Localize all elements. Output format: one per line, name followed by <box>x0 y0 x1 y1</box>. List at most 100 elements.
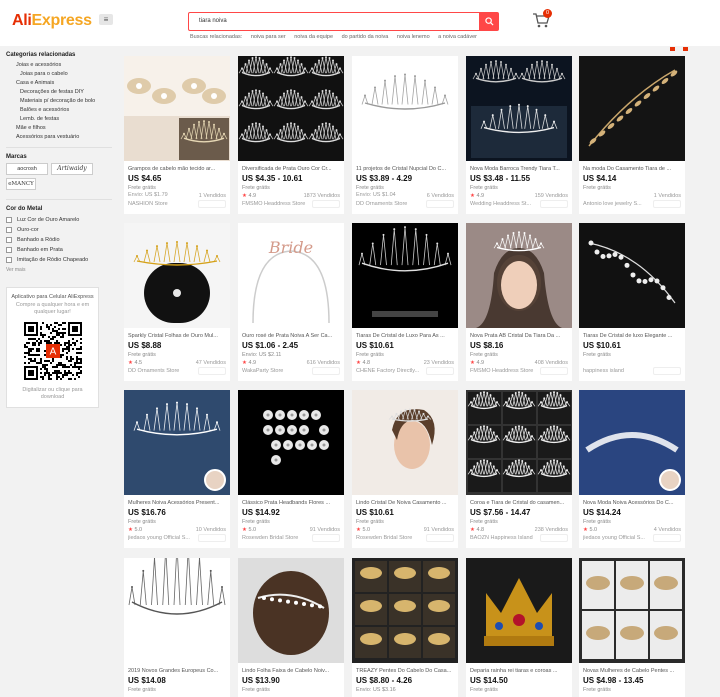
list-view-icon[interactable] <box>683 47 688 51</box>
grid-view-icon[interactable] <box>670 47 675 51</box>
product-title[interactable]: 2019 Novos Grandes Europeus Co... <box>128 668 228 674</box>
product-card[interactable]: 11 projetos de Cristal Nupcial Do C... US… <box>352 56 458 214</box>
store-name[interactable]: CHENE Factory Directly... <box>356 368 428 374</box>
add-to-cart-button[interactable] <box>653 534 681 542</box>
store-name[interactable]: happiness island <box>583 368 655 374</box>
product-card[interactable]: 2019 Novos Grandes Europeus Co... US $14.… <box>124 558 230 697</box>
product-image[interactable] <box>579 223 685 328</box>
product-title[interactable]: Deparia rainha rei tiaras e coroas ... <box>470 668 570 674</box>
product-card[interactable]: Mulheres Noiva Acessórios Present... US $… <box>124 390 230 548</box>
product-image[interactable] <box>579 390 685 495</box>
add-to-cart-button[interactable] <box>426 367 454 375</box>
product-card[interactable]: Tiaras De Cristal de luxo Elegante ... US… <box>579 223 685 381</box>
product-card[interactable]: Sparkly Cristal Folhas de Ouro Mul... US … <box>124 223 230 381</box>
store-name[interactable]: DD Ornaments Store <box>356 201 428 207</box>
product-card[interactable]: Clássico Prata Headbands Flores ... US $1… <box>238 390 344 548</box>
category-link[interactable]: Balões e acessórios <box>6 106 112 115</box>
category-link[interactable]: Casa e Animais <box>6 79 112 88</box>
product-image[interactable] <box>466 390 572 495</box>
product-title[interactable]: Mulheres Noiva Acessórios Present... <box>128 500 228 506</box>
add-to-cart-button[interactable] <box>312 367 340 375</box>
add-to-cart-button[interactable] <box>426 534 454 542</box>
metal-color-option[interactable]: Banhado em Prata <box>6 245 112 255</box>
product-title[interactable]: Nova Moda Noiva Acessórios Do C... <box>583 500 683 506</box>
category-link[interactable]: Mãe e filhos <box>6 124 112 133</box>
related-search-link[interactable]: noiva para ser <box>251 34 286 40</box>
related-search-link[interactable]: noiva da equipe <box>294 34 333 40</box>
add-to-cart-button[interactable] <box>540 200 568 208</box>
product-title[interactable]: Lindo Cristal De Noiva Casamento ... <box>356 500 456 506</box>
see-more-link[interactable]: Ver mais <box>6 267 112 273</box>
store-name[interactable]: Rosewden Bridal Store <box>242 535 314 541</box>
category-link[interactable]: Joias para o cabelo <box>6 70 112 79</box>
metal-color-option[interactable]: Luz Cor de Ouro Amarelo <box>6 215 112 225</box>
add-to-cart-button[interactable] <box>312 200 340 208</box>
product-card[interactable]: Na moda Do Casamento Tiara de ... US $4.1… <box>579 56 685 214</box>
product-card[interactable]: Diversificada de Prata Ouro Cor Cr... US … <box>238 56 344 214</box>
product-image[interactable]: Bride <box>238 223 344 328</box>
product-card[interactable]: Coroa e Tiara de Cristal do casamen... US… <box>466 390 572 548</box>
product-card[interactable]: TREAZY Pentes Do Cabelo Do Casa... US $8.… <box>352 558 458 697</box>
product-card[interactable]: Novas Mulheres de Cabelo Pentes ... US $4… <box>579 558 685 697</box>
metal-color-option[interactable]: Ouro-cor <box>6 225 112 235</box>
store-name[interactable]: jiedaos young Official S... <box>583 535 655 541</box>
product-card[interactable]: Nova Moda Barroca Trendy Tiara T... US $3… <box>466 56 572 214</box>
product-title[interactable]: Ouro rosé de Prata Noiva A Ser Ca... <box>242 333 342 339</box>
add-to-cart-button[interactable] <box>312 534 340 542</box>
store-name[interactable]: jiedaos young Official S... <box>128 535 200 541</box>
aliexpress-logo[interactable]: AliExpress <box>12 12 92 30</box>
related-search-link[interactable]: do partido da noiva <box>342 34 389 40</box>
product-image[interactable] <box>124 558 230 663</box>
product-image[interactable] <box>124 56 230 161</box>
store-name[interactable]: Antonio love jewelry S... <box>583 201 655 207</box>
product-image[interactable] <box>466 558 572 663</box>
add-to-cart-button[interactable] <box>198 534 226 542</box>
product-image[interactable] <box>238 56 344 161</box>
checkbox[interactable] <box>6 237 12 243</box>
view-toggle[interactable] <box>662 38 688 56</box>
product-title[interactable]: Nova Prata AB Cristal Da Tiara Da ... <box>470 333 570 339</box>
categories-menu-button[interactable]: ≡ <box>99 14 113 25</box>
product-image[interactable] <box>352 56 458 161</box>
category-link[interactable]: Joias e acessórios <box>6 61 112 70</box>
product-card[interactable]: Nova Prata AB Cristal Da Tiara Da ... US … <box>466 223 572 381</box>
store-name[interactable]: WakaParty Store <box>242 368 314 374</box>
related-search-link[interactable]: noiva lenemo <box>397 34 430 40</box>
product-image[interactable] <box>352 223 458 328</box>
product-image[interactable] <box>466 223 572 328</box>
checkbox[interactable] <box>6 227 12 233</box>
store-name[interactable]: BAOZN Happiness Island <box>470 535 542 541</box>
category-link[interactable]: Decorações de festas DIY <box>6 88 112 97</box>
product-title[interactable]: Sparkly Cristal Folhas de Ouro Mul... <box>128 333 228 339</box>
product-title[interactable]: Nova Moda Barroca Trendy Tiara T... <box>470 166 570 172</box>
product-card[interactable]: Lindo Cristal De Noiva Casamento ... US $… <box>352 390 458 548</box>
product-title[interactable]: Coroa e Tiara de Cristal do casamen... <box>470 500 570 506</box>
product-title[interactable]: 11 projetos de Cristal Nupcial Do C... <box>356 166 456 172</box>
product-image[interactable] <box>352 390 458 495</box>
store-name[interactable]: FMSMO Headdress Store <box>242 201 314 207</box>
product-title[interactable]: Lindo Folha Faixa de Cabelo Noiv... <box>242 668 342 674</box>
qr-code-icon[interactable]: A <box>23 322 82 380</box>
add-to-cart-button[interactable] <box>540 534 568 542</box>
product-image[interactable] <box>124 223 230 328</box>
product-card[interactable]: Lindo Folha Faixa de Cabelo Noiv... US $1… <box>238 558 344 697</box>
product-image[interactable] <box>238 558 344 663</box>
product-title[interactable]: TREAZY Pentes Do Cabelo Do Casa... <box>356 668 456 674</box>
related-search-link[interactable]: a noiva cadáver <box>438 34 477 40</box>
product-card[interactable]: Bride Ouro rosé de Prata Noiva A Ser Ca..… <box>238 223 344 381</box>
product-title[interactable]: Grampos de cabelo mão tecido ar... <box>128 166 228 172</box>
product-title[interactable]: Clássico Prata Headbands Flores ... <box>242 500 342 506</box>
product-title[interactable]: Tiaras De Cristal de luxo Elegante ... <box>583 333 683 339</box>
product-title[interactable]: Diversificada de Prata Ouro Cor Cr... <box>242 166 342 172</box>
store-name[interactable]: NASHION Store <box>128 201 200 207</box>
metal-color-option[interactable]: Banhado a Ródio <box>6 235 112 245</box>
search-button[interactable] <box>480 12 499 31</box>
product-image[interactable] <box>238 390 344 495</box>
store-name[interactable]: FMSMO Headdress Store <box>470 368 542 374</box>
search-input[interactable]: tiara noiva <box>188 12 480 31</box>
add-to-cart-button[interactable] <box>426 200 454 208</box>
add-to-cart-button[interactable] <box>540 367 568 375</box>
store-name[interactable]: Rosewden Bridal Store <box>356 535 428 541</box>
product-image[interactable] <box>124 390 230 495</box>
product-card[interactable]: Deparia rainha rei tiaras e coroas ... US… <box>466 558 572 697</box>
